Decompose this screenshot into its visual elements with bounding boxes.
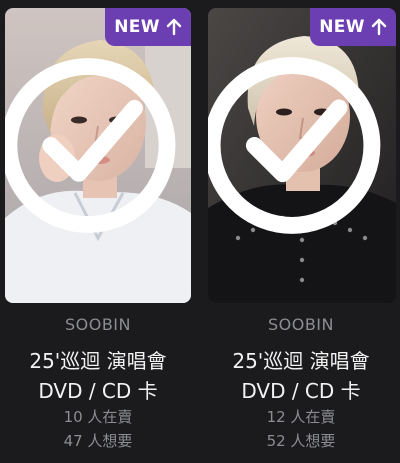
member-name: SOOBIN: [64, 315, 131, 334]
selling-count: 12 人在賣: [266, 408, 336, 426]
photocard-item[interactable]: NEW SOOBIN 25'巡迴 演唱會 DVD / CD 卡 10 人在賣 4…: [5, 0, 195, 463]
card-title-line2: DVD / CD 卡: [38, 379, 158, 403]
photocard-image[interactable]: NEW: [5, 8, 191, 303]
card-title-line1: 25'巡迴 演唱會: [232, 349, 370, 373]
member-name: SOOBIN: [267, 315, 334, 334]
check-circle-icon[interactable]: [5, 8, 181, 293]
photocard-grid: NEW SOOBIN 25'巡迴 演唱會 DVD / CD 卡 10 人在賣 4…: [0, 0, 400, 463]
card-title-line1: 25'巡迴 演唱會: [29, 349, 167, 373]
selling-count: 10 人在賣: [63, 408, 133, 426]
photocard-item[interactable]: NEW SOOBIN 25'巡迴 演唱會 DVD / CD 卡 12 人在賣 5…: [208, 0, 398, 463]
card-title-line2: DVD / CD 卡: [241, 379, 361, 403]
wanting-count: 52 人想要: [266, 432, 336, 450]
wanting-count: 47 人想要: [63, 432, 133, 450]
photocard-image[interactable]: NEW: [208, 8, 396, 303]
check-circle-icon[interactable]: [208, 8, 386, 293]
